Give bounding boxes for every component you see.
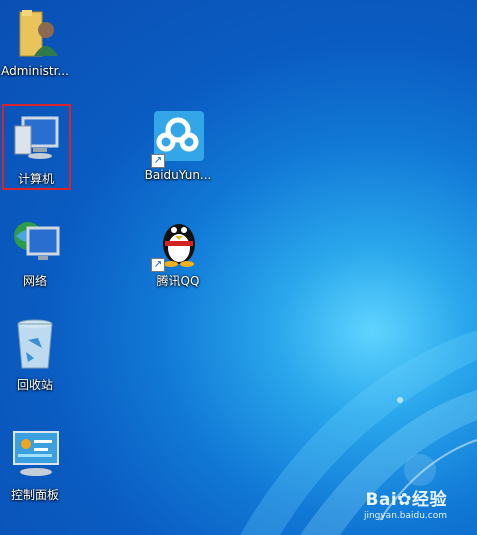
network-icon: [8, 214, 62, 268]
desktop-icon-label: 网络: [22, 274, 47, 288]
desktop-icon-label: 腾讯QQ: [156, 274, 200, 288]
wallpaper-swoosh: [240, 330, 477, 535]
control-panel-icon: [8, 428, 62, 482]
user-folder-icon: [8, 6, 62, 60]
desktop-icon-baiduyun[interactable]: ↗ BaiduYun...: [143, 110, 213, 182]
watermark-url: jingyan.baidu.com: [363, 511, 447, 521]
baidu-jingyan-watermark: Bai✿经验 jingyan.baidu.com: [364, 485, 447, 521]
shortcut-arrow-icon: ↗: [151, 154, 165, 168]
desktop-icon-qq[interactable]: ↗ 腾讯QQ: [143, 214, 213, 289]
paw-icon: ✿: [397, 490, 412, 510]
desktop-icon-recycle-bin[interactable]: 回收站: [0, 318, 70, 393]
desktop-icon-label: 回收站: [16, 378, 53, 392]
desktop-icon-network[interactable]: 网络: [0, 214, 70, 289]
desktop-icon-computer[interactable]: 计算机: [1, 112, 71, 187]
recycle-bin-icon: [8, 318, 62, 372]
watermark-brand-rest: 经验: [412, 490, 447, 510]
qq-penguin-icon: ↗: [151, 214, 205, 272]
desktop-icon-label: 控制面板: [10, 488, 59, 502]
desktop-icon-label: 计算机: [17, 172, 54, 186]
shortcut-arrow-icon: ↗: [151, 258, 165, 272]
desktop-icon-administrator[interactable]: Administr...: [0, 6, 70, 78]
desktop-icon-label: Administr...: [1, 64, 69, 78]
desktop-icon-control-panel[interactable]: 控制面板: [0, 428, 70, 503]
watermark-brand: Bai: [365, 490, 398, 510]
computer-icon: [9, 112, 63, 166]
desktop-icon-label: BaiduYun...: [144, 168, 212, 182]
baiduyun-icon: ↗: [151, 110, 205, 168]
